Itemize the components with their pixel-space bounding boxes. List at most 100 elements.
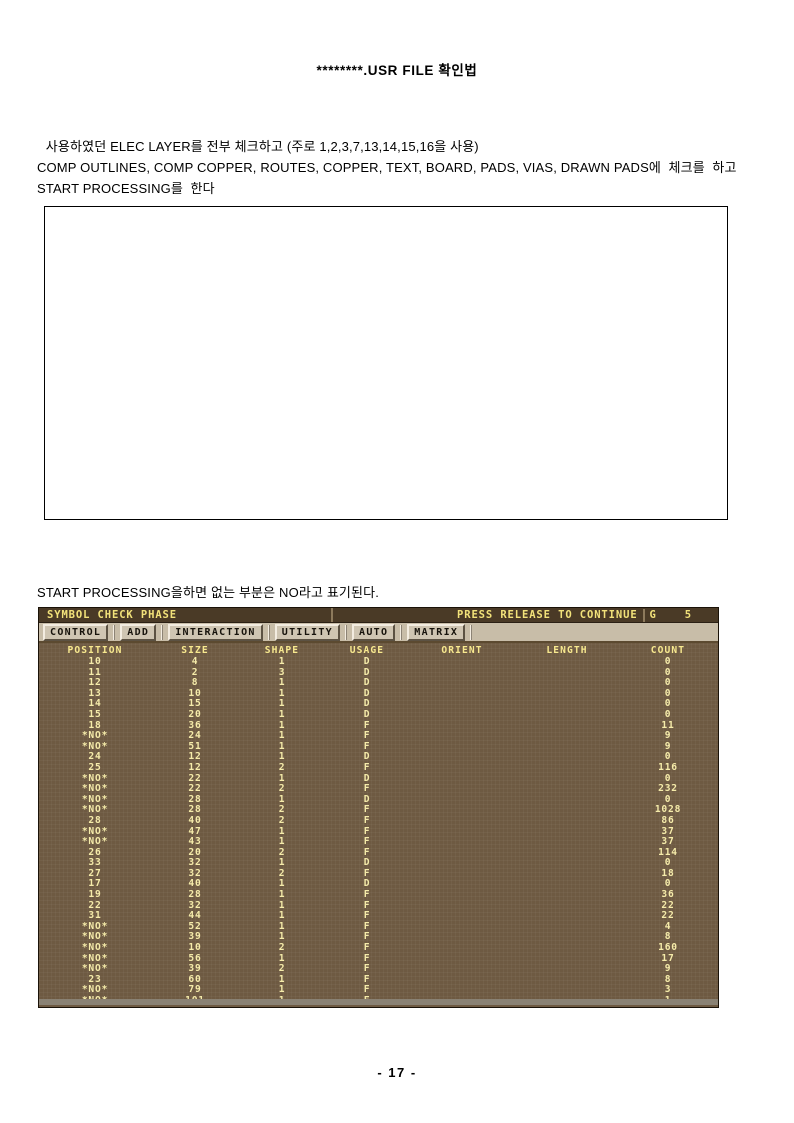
cell-orient xyxy=(409,742,515,753)
cell-length xyxy=(515,943,619,954)
cell-shape: 2 xyxy=(278,814,286,826)
page-number: - 17 - xyxy=(377,1065,417,1080)
cell-orient xyxy=(409,784,515,795)
table-row: *NO* 24 1 F 9 xyxy=(39,731,718,742)
cell-length xyxy=(515,922,619,933)
table-header-row: POSITION SIZE SHAPE USAGE ORIENT LENGTH … xyxy=(39,645,718,657)
cell-usage: D xyxy=(363,656,371,667)
cell-count: 116 xyxy=(658,761,678,773)
cell-length xyxy=(515,869,619,880)
titlebar-separator xyxy=(331,608,333,622)
menu-gap-5 xyxy=(400,624,403,640)
titlebar-divider xyxy=(642,608,645,622)
cell-length xyxy=(515,837,619,848)
cell-orient xyxy=(409,964,515,975)
table-row: 11 2 3 D 0 xyxy=(39,667,718,679)
cell-length xyxy=(515,678,619,689)
cell-shape: 1 xyxy=(278,656,286,667)
cell-length xyxy=(515,985,619,996)
table-row: 31 44 1 F 22 xyxy=(39,911,718,922)
cell-shape: 2 xyxy=(278,761,286,773)
cell-orient xyxy=(409,805,515,816)
terminal-titlebar: SYMBOL CHECK PHASE PRESS RELEASE TO CONT… xyxy=(39,608,718,623)
table-row: *NO* 51 1 F 9 xyxy=(39,741,718,753)
cell-usage: F xyxy=(363,814,371,826)
cell-length xyxy=(515,763,619,774)
cell-length xyxy=(515,901,619,912)
intro-line-3: START PROCESSING를 한다 xyxy=(37,181,215,196)
intro-line-2: COMP OUTLINES, COMP COPPER, ROUTES, COPP… xyxy=(37,160,737,175)
cell-length xyxy=(515,816,619,827)
cell-size: 40 xyxy=(188,814,202,826)
menu-button-utility[interactable]: UTILITY xyxy=(274,623,340,641)
cell-length xyxy=(515,858,619,869)
cell-count: 86 xyxy=(661,814,675,826)
empty-screenshot-placeholder-box xyxy=(44,206,728,520)
titlebar-number: 5 xyxy=(684,609,693,621)
table-row: *NO* 47 1 F 37 xyxy=(39,826,718,838)
cell-position: *NO* xyxy=(39,1006,151,1007)
table-row: 15 20 1 D 0 xyxy=(39,708,718,721)
cell-orient xyxy=(409,922,515,933)
table-row: 17 40 1 D 0 xyxy=(39,879,718,890)
menu-button-interaction[interactable]: INTERACTION xyxy=(168,623,263,641)
menu-button-matrix[interactable]: MATRIX xyxy=(407,623,466,641)
intro-paragraph: 사용하였던 ELEC LAYER를 전부 체크하고 (주로 1,2,3,7,13… xyxy=(37,136,767,199)
cell-shape: 1 xyxy=(278,708,286,720)
cell-orient xyxy=(409,827,515,838)
table-row: 13 10 1 D 0 xyxy=(39,688,718,700)
cell-length xyxy=(515,742,619,753)
menu-gap-4 xyxy=(345,624,347,640)
table-row: *NO* 22 1 D 0 xyxy=(39,773,718,785)
cell-length xyxy=(515,699,619,710)
table-row: 28 40 2 F 86 xyxy=(39,814,718,827)
table-row: 27 32 2 F 18 xyxy=(39,868,718,880)
cell-orient xyxy=(409,1007,515,1008)
cell-orient xyxy=(409,954,515,965)
column-header-orient: ORIENT xyxy=(441,645,483,656)
table-row: *NO* 28 2 F 1028 xyxy=(39,805,718,816)
cell-length xyxy=(515,911,619,922)
cell-size: 20 xyxy=(188,708,202,720)
menu-button-add[interactable]: ADD xyxy=(120,623,157,641)
table-row: *NO* 79 1 F 3 xyxy=(39,985,718,996)
titlebar-status: PRESS RELEASE TO CONTINUE G 5 xyxy=(457,608,693,622)
phase-label: SYMBOL CHECK PHASE xyxy=(47,609,177,621)
cell-orient xyxy=(409,869,515,880)
menu-button-control[interactable]: CONTROL xyxy=(43,623,109,641)
cell-length xyxy=(515,975,619,986)
table-row: *NO* 28 1 D 0 xyxy=(39,794,718,806)
table-row: *NO* 52 1 F 4 xyxy=(39,921,718,933)
cell-position: 10 xyxy=(88,656,102,667)
cell-orient xyxy=(409,816,515,827)
table-row: 12 8 1 D 0 xyxy=(39,678,718,689)
cell-count: 0 xyxy=(664,708,672,720)
cell-orient xyxy=(409,721,515,732)
cell-position: 25 xyxy=(88,761,102,773)
cell-length xyxy=(515,964,619,975)
cell-orient xyxy=(409,731,515,742)
cell-orient xyxy=(409,774,515,785)
table-row: *NO* 22 2 F 232 xyxy=(39,784,718,795)
cell-length xyxy=(515,668,619,679)
cell-size: 12 xyxy=(188,761,202,773)
table-row: 19 28 1 F 36 xyxy=(39,889,718,901)
terminal-caption: START PROCESSING을하면 없는 부분은 NO라고 표기된다. xyxy=(37,585,380,600)
table-row: 10 4 1 D 0 xyxy=(39,656,718,668)
cell-length xyxy=(515,890,619,901)
cell-length xyxy=(515,827,619,838)
cell-length xyxy=(515,954,619,965)
cell-length xyxy=(515,795,619,806)
menu-button-auto[interactable]: AUTO xyxy=(352,623,396,641)
cell-length xyxy=(515,805,619,816)
cell-orient xyxy=(409,689,515,700)
terminal-bottom-bar xyxy=(39,999,718,1005)
cell-length xyxy=(515,932,619,943)
table-row: *NO* 56 1 F 17 xyxy=(39,953,718,965)
cell-orient xyxy=(409,911,515,922)
cell-orient xyxy=(409,752,515,763)
cell-position: 28 xyxy=(88,814,102,826)
cell-orient xyxy=(409,848,515,859)
cell-length xyxy=(515,710,619,721)
cell-orient xyxy=(409,985,515,996)
